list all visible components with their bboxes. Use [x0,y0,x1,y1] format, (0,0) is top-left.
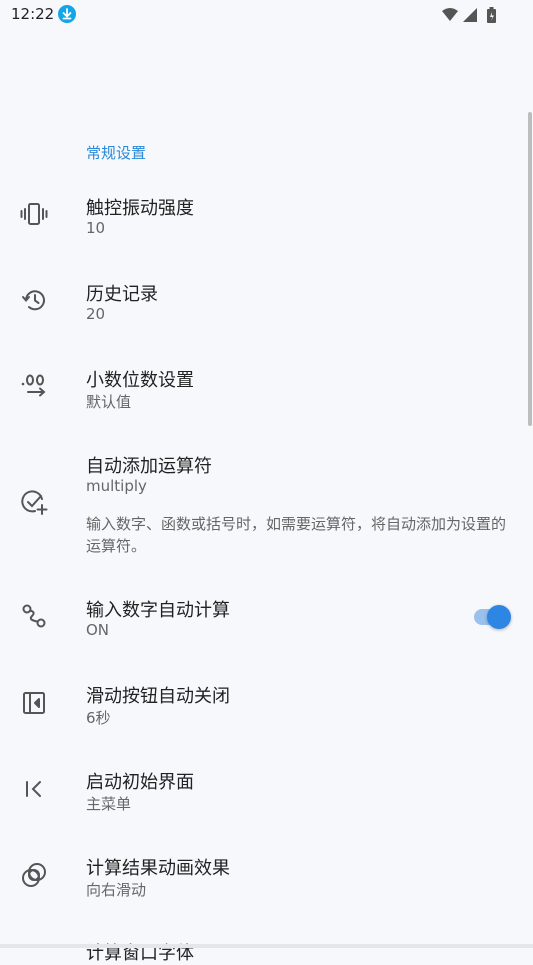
setting-title: 触控振动强度 [86,198,194,219]
signal-icon [463,8,477,22]
setting-description: 输入数字、函数或括号时，如需要运算符，将自动添加为设置的运算符。 [86,515,507,555]
setting-title: 历史记录 [86,284,158,305]
setting-title: 输入数字自动计算 [86,600,230,621]
wifi-icon [442,8,458,21]
setting-title: 计算结果动画效果 [86,858,230,879]
status-time: 12:22 [11,5,55,23]
setting-title: 小数位数设置 [86,370,194,391]
setting-value: ON [86,621,110,639]
auto-calc-icon [20,602,48,630]
animation-icon [20,861,48,889]
setting-title: 计算窗口字体 [86,943,194,964]
status-icons [441,6,503,24]
sidebar-close-icon [20,689,48,717]
decimal-places-icon [20,372,48,400]
battery-icon [487,7,496,23]
setting-value: 20 [86,305,106,323]
setting-value: 主菜单 [86,795,132,813]
scrollbar[interactable] [528,112,532,426]
section-title: 常规设置 [86,144,147,162]
vibration-icon [20,200,48,228]
status-bar: 12:22 [0,0,533,30]
setting-title: 启动初始界面 [86,772,194,793]
add-check-icon [20,488,48,516]
setting-value: 默认值 [86,393,132,411]
setting-value: multiply [86,477,147,495]
bottom-divider [0,944,533,948]
setting-title: 自动添加运算符 [86,456,212,477]
setting-value: 向右滑动 [86,881,147,899]
download-icon [58,5,76,23]
setting-title: 滑动按钮自动关闭 [86,686,230,707]
setting-value: 6秒 [86,709,111,727]
toggle-thumb [487,605,511,629]
start-screen-icon [20,775,48,803]
setting-value: 10 [86,219,106,237]
history-icon [20,286,48,314]
